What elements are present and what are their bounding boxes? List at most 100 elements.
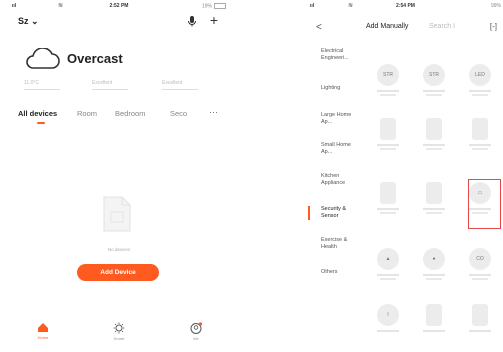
device-label-placeholder bbox=[423, 330, 445, 332]
category-label: Others bbox=[321, 269, 338, 275]
weather-stat-value: Excellent bbox=[92, 80, 113, 86]
home-icon bbox=[38, 323, 48, 332]
device-label-placeholder bbox=[423, 208, 445, 210]
nav-smart-label: Smart bbox=[113, 336, 125, 341]
nav-me-label: Me bbox=[193, 336, 199, 341]
category-item[interactable]: Electrical Engineeri... bbox=[308, 48, 360, 62]
device-icon: STR bbox=[377, 64, 399, 86]
home-name: Sz bbox=[18, 16, 29, 26]
weather-stat-value: 11.0°C bbox=[24, 80, 39, 86]
divider bbox=[162, 89, 198, 90]
category-label: Lighting bbox=[321, 85, 341, 91]
device-tile[interactable]: STR bbox=[414, 64, 454, 104]
nav-home-label: Home bbox=[37, 335, 49, 340]
category-item[interactable]: Lighting bbox=[308, 85, 360, 92]
room-tabs: All devices Room Bedroom Seco ··· bbox=[18, 107, 220, 125]
device-label-placeholder bbox=[377, 144, 399, 146]
add-device-header: < Add Manually Search I [-] bbox=[308, 20, 503, 36]
device-icon bbox=[472, 118, 488, 140]
category-label: Small Home Ap... bbox=[321, 142, 351, 155]
device-tile[interactable]: ▲ bbox=[368, 248, 408, 288]
water-drop-icon: ● bbox=[423, 248, 445, 270]
add-device-button[interactable]: Add Device bbox=[77, 264, 159, 281]
chevron-down-icon: ⌄ bbox=[31, 16, 39, 26]
device-tile[interactable]: CO bbox=[460, 248, 500, 288]
device-tile[interactable]: LED bbox=[460, 64, 500, 104]
active-category-indicator bbox=[308, 206, 310, 220]
status-time: 2:52 PM bbox=[109, 3, 129, 9]
category-list: Electrical Engineeri... Lighting Large H… bbox=[308, 44, 360, 344]
device-icon bbox=[380, 118, 396, 140]
category-item[interactable]: Large Home Ap... bbox=[308, 112, 360, 126]
device-label-placeholder bbox=[423, 274, 445, 276]
device-icon bbox=[472, 304, 488, 326]
cloud-icon bbox=[26, 48, 60, 69]
tab-all-devices[interactable]: All devices bbox=[18, 109, 57, 118]
device-tile[interactable] bbox=[368, 118, 408, 158]
category-item[interactable]: Small Home Ap... bbox=[308, 142, 360, 156]
battery-icon bbox=[214, 3, 226, 9]
highlight-box bbox=[468, 179, 501, 229]
device-label-placeholder bbox=[380, 278, 396, 280]
smart-icon bbox=[113, 322, 125, 334]
device-label-placeholder bbox=[472, 148, 488, 150]
scan-icon[interactable]: [-] bbox=[490, 22, 497, 31]
device-label-placeholder bbox=[377, 90, 399, 92]
device-tile[interactable]: ǀ bbox=[368, 304, 408, 344]
device-icon: CO bbox=[469, 248, 491, 270]
tab-add-manually[interactable]: Add Manually bbox=[366, 23, 408, 30]
tab-search[interactable]: Search I bbox=[429, 23, 455, 30]
device-tile[interactable] bbox=[414, 118, 454, 158]
device-label-placeholder bbox=[469, 144, 491, 146]
tab-room[interactable]: Room bbox=[77, 109, 97, 118]
category-label: Exercise & Health bbox=[321, 237, 348, 250]
category-label: Large Home Ap... bbox=[321, 112, 352, 125]
empty-document-icon bbox=[103, 196, 131, 232]
device-tile[interactable] bbox=[460, 304, 500, 344]
weather-stat: Excellent bbox=[92, 80, 128, 90]
device-tile[interactable] bbox=[460, 118, 500, 158]
microphone-icon[interactable] bbox=[186, 15, 198, 27]
weather-stats: 11.0°C Excellent Excellent bbox=[24, 80, 214, 94]
tab-second[interactable]: Seco bbox=[170, 109, 187, 118]
device-label-placeholder bbox=[426, 94, 442, 96]
weather-stat: Excellent bbox=[162, 80, 198, 90]
tab-bedroom[interactable]: Bedroom bbox=[115, 109, 145, 118]
device-label-placeholder bbox=[377, 330, 399, 332]
category-item-active[interactable]: Security & Sensor bbox=[308, 206, 360, 220]
category-label: Security & Sensor bbox=[321, 206, 347, 219]
device-tile[interactable]: ● bbox=[414, 248, 454, 288]
battery-level: 19% bbox=[201, 3, 212, 10]
battery-indicator: 19% bbox=[202, 3, 226, 9]
device-tile[interactable] bbox=[414, 182, 454, 222]
category-item[interactable]: Kitchen Appliance bbox=[308, 173, 360, 187]
category-label: Kitchen Appliance bbox=[321, 173, 346, 186]
flame-icon: ▲ bbox=[377, 248, 399, 270]
home-selector[interactable]: Sz ⌄ bbox=[18, 16, 39, 27]
nav-home[interactable]: Home bbox=[25, 322, 61, 340]
divider bbox=[24, 89, 60, 90]
status-bar: ııl ≋ 2:54 PM 99% bbox=[308, 1, 503, 11]
add-icon[interactable]: + bbox=[210, 12, 218, 28]
device-label-placeholder bbox=[426, 212, 442, 214]
device-tile[interactable] bbox=[414, 304, 454, 344]
device-label-placeholder bbox=[380, 148, 396, 150]
device-label-placeholder bbox=[380, 94, 396, 96]
device-label-placeholder bbox=[377, 208, 399, 210]
empty-state-text: No devices bbox=[107, 247, 131, 252]
back-icon[interactable]: < bbox=[316, 22, 322, 33]
more-icon[interactable]: ··· bbox=[209, 107, 218, 117]
device-label-placeholder bbox=[426, 148, 442, 150]
device-tile[interactable] bbox=[368, 182, 408, 222]
category-item[interactable]: Exercise & Health bbox=[308, 237, 360, 251]
device-tile[interactable]: STR bbox=[368, 64, 408, 104]
device-label-placeholder bbox=[469, 90, 491, 92]
category-label: Electrical Engineeri... bbox=[321, 48, 349, 61]
weather-stat-value: Excellent bbox=[162, 80, 183, 86]
category-item[interactable]: Others bbox=[308, 269, 360, 276]
nav-smart[interactable]: Smart bbox=[101, 322, 137, 341]
active-tab-indicator bbox=[37, 122, 45, 124]
nav-me[interactable]: Me bbox=[178, 322, 214, 341]
status-bar: ııl ≋ 2:52 PM 19% bbox=[10, 1, 228, 11]
device-label-placeholder bbox=[469, 330, 491, 332]
